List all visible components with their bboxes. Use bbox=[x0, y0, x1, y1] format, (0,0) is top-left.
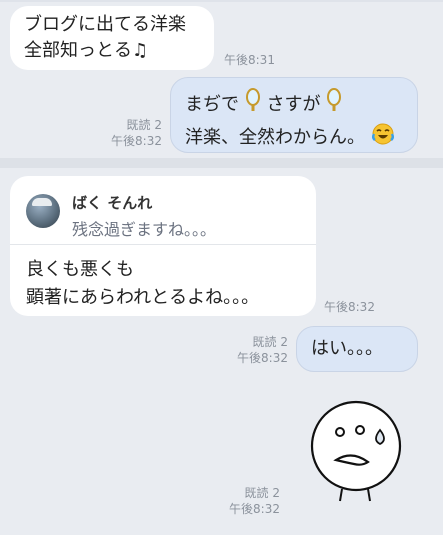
incoming-message-bubble[interactable]: ブログに出てる洋楽 全部知っとる♫ bbox=[10, 6, 214, 70]
message-timestamp: 午後8:32 bbox=[111, 134, 162, 148]
avatar[interactable] bbox=[26, 194, 60, 228]
read-receipt: 既読 2 bbox=[244, 486, 280, 500]
section-divider bbox=[0, 158, 443, 168]
outgoing-message-bubble[interactable]: はい。。。 bbox=[296, 326, 418, 372]
message-text-line: 顕著にあらわれとるよね。。。 bbox=[26, 287, 260, 308]
message-timestamp: 午後8:32 bbox=[324, 300, 375, 314]
mirror-emoji-icon bbox=[326, 88, 342, 122]
reply-text: 良くも悪くも 顕著にあらわれとるよね。。。 bbox=[26, 256, 259, 312]
message-timestamp: 午後8:32 bbox=[237, 351, 288, 365]
read-receipt: 既読 2 bbox=[252, 335, 288, 349]
top-strip bbox=[0, 0, 443, 2]
incoming-reply-bubble[interactable]: ばく そんれ 残念過ぎますね。。。 良くも悪くも 顕著にあらわれとるよね。。。 bbox=[10, 176, 316, 316]
read-receipt: 既読 2 bbox=[126, 118, 162, 132]
mirror-emoji-icon bbox=[245, 88, 261, 122]
quoted-sender-name: ばく そんれ bbox=[72, 194, 153, 212]
message-timestamp: 午後8:31 bbox=[224, 53, 275, 67]
message-text-line: はい。。。 bbox=[311, 338, 383, 359]
quoted-text: 残念過ぎますね。。。 bbox=[72, 220, 217, 239]
message-text-line: 良くも悪くも bbox=[26, 259, 134, 280]
message-text-line: 洋楽、全然わからん。 bbox=[185, 122, 403, 154]
quoted-message[interactable]: ばく そんれ 残念過ぎますね。。。 bbox=[10, 176, 316, 245]
message-text-line: 全部知っとる♫ bbox=[24, 40, 149, 61]
message-text-line: ブログに出てる洋楽 bbox=[24, 14, 186, 35]
laughing-tears-emoji-icon bbox=[371, 122, 395, 154]
message-text-line: まぢで さすが bbox=[185, 88, 403, 122]
message-timestamp: 午後8:32 bbox=[229, 502, 280, 516]
outgoing-message-bubble[interactable]: まぢで さすが 洋楽、全然わからん。 bbox=[170, 77, 418, 153]
sad-sweating-face-sticker[interactable] bbox=[300, 396, 410, 508]
